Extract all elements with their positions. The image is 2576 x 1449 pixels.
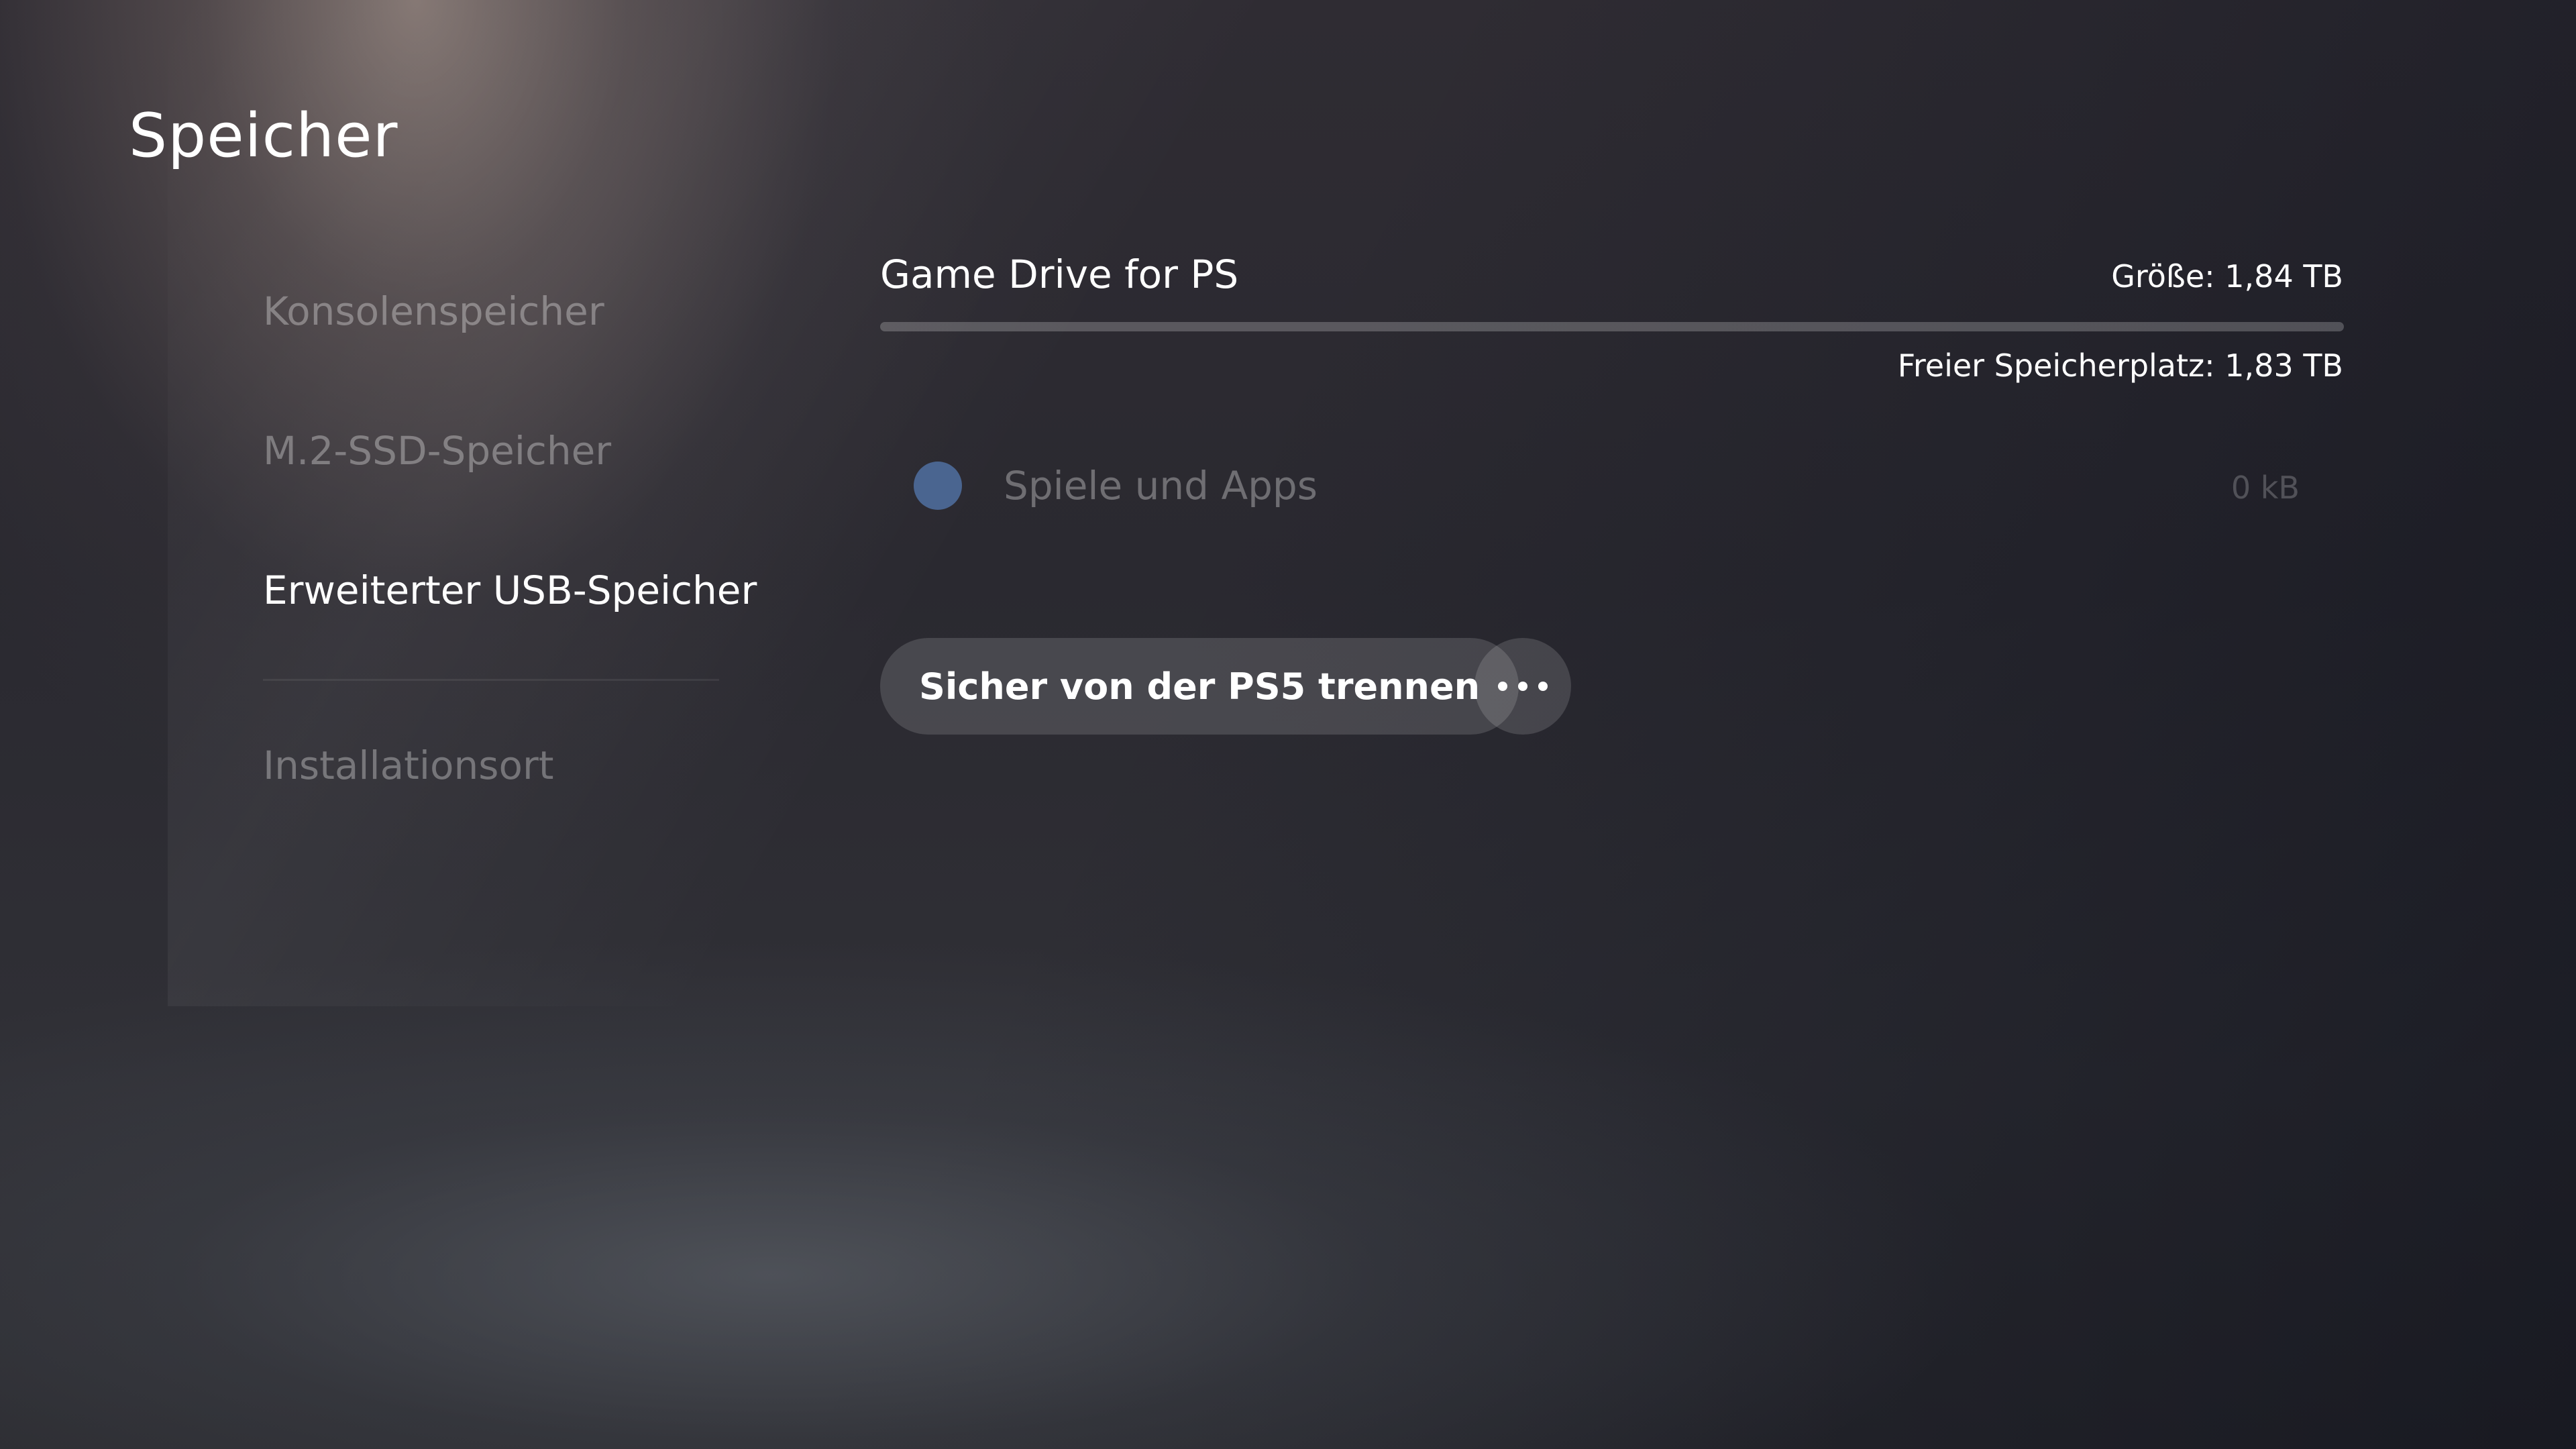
sidebar-item-m2-ssd-storage[interactable]: M.2-SSD-Speicher: [263, 428, 611, 474]
ellipsis-icon: [1498, 682, 1548, 691]
free-space: Freier Speicherplatz: 1,83 TB: [1897, 347, 2343, 384]
category-row-games-apps: Spiele und Apps 0 kB: [914, 460, 2322, 511]
sidebar-item-install-location[interactable]: Installationsort: [263, 743, 554, 788]
sidebar-item-console-storage[interactable]: Konsolenspeicher: [263, 288, 604, 334]
sidebar-item-usb-extended-storage[interactable]: Erweiterter USB-Speicher: [263, 568, 757, 613]
safely-disconnect-button[interactable]: Sicher von der PS5 trennen: [880, 638, 1519, 735]
device-name: Game Drive for PS: [880, 252, 1239, 297]
category-size: 0 kB: [2231, 470, 2300, 506]
device-size: Größe: 1,84 TB: [2111, 258, 2343, 294]
category-color-dot: [914, 462, 962, 510]
storage-usage-bar: [880, 322, 2344, 331]
more-options-button[interactable]: [1474, 638, 1571, 735]
page-title: Speicher: [129, 101, 398, 171]
category-label: Spiele und Apps: [1004, 463, 1318, 508]
sidebar-divider: [263, 679, 719, 681]
